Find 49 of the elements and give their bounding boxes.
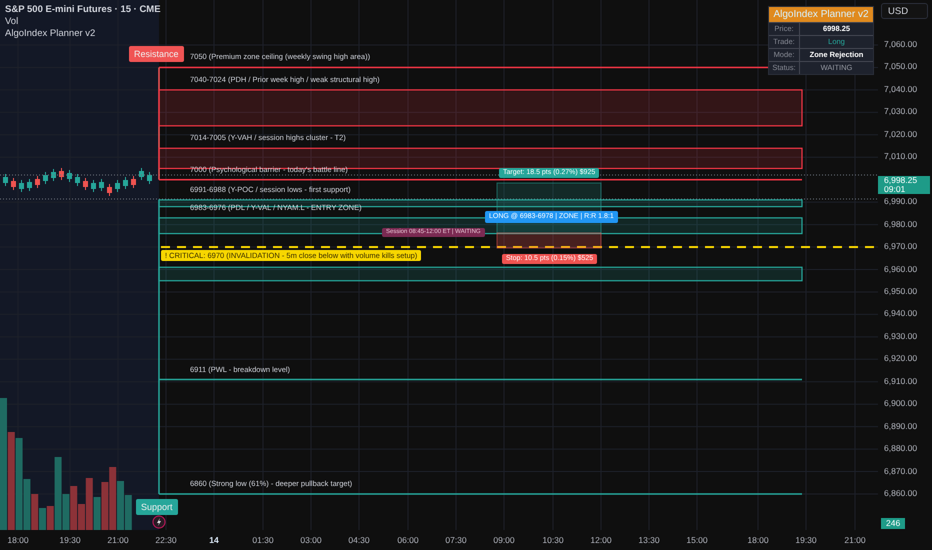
resistance-tag: Resistance (129, 46, 184, 62)
symbol-title: S&P 500 E-mini Futures · 15 · CME (5, 4, 161, 15)
lightning-icon[interactable] (152, 515, 166, 529)
price-tick: 7,020.00 (884, 128, 918, 139)
time-tick: 21:00 (843, 535, 867, 545)
time-tick: 10:30 (541, 535, 565, 545)
price-tick: 7,030.00 (884, 106, 918, 116)
price-tick: 6,990.00 (884, 196, 918, 206)
price-tick: 6,930.00 (884, 330, 918, 341)
price-tick: 6,860.00 (884, 488, 918, 498)
time-tick: 18:00 (746, 535, 770, 545)
price-tick: 7,050.00 (884, 61, 918, 72)
price-tick: 6,950.00 (884, 286, 918, 296)
price-tick: 6,900.00 (884, 398, 918, 408)
bar-countdown: 09:01 (884, 185, 906, 194)
time-tick: 01:30 (251, 535, 275, 545)
price-tick: 7,010.00 (884, 151, 918, 162)
time-tick: 03:00 (299, 535, 323, 545)
price-tick: 6,890.00 (884, 420, 918, 431)
time-tick: 04:30 (347, 535, 371, 545)
price-tick: 6,880.00 (884, 443, 918, 454)
time-tick: 19:30 (794, 535, 818, 545)
time-tick: 06:00 (396, 535, 420, 545)
volume-badge: 246 (881, 518, 906, 529)
price-tick: 7,060.00 (884, 39, 918, 49)
time-tick: 07:30 (444, 535, 468, 545)
price-tick: 6,970.00 (884, 241, 918, 252)
indicator-label: AlgoIndex Planner v2 (5, 28, 96, 39)
time-tick: 21:00 (106, 535, 130, 545)
last-price: 6,998.25 (884, 176, 918, 185)
price-tick: 6,870.00 (884, 466, 918, 476)
time-tick: 13:30 (637, 535, 661, 545)
time-tick: 09:00 (492, 535, 516, 545)
price-tick: 7,040.00 (884, 84, 918, 94)
price-tick: 6,980.00 (884, 218, 918, 229)
time-tick: 15:00 (685, 535, 709, 545)
price-tick: 6,910.00 (884, 376, 918, 386)
currency-button[interactable]: USD (881, 3, 928, 19)
indicator-label: Vol (5, 16, 20, 27)
time-tick: 19:30 (58, 535, 82, 545)
time-tick: 18:00 (6, 535, 30, 545)
price-tick: 6,920.00 (884, 353, 918, 364)
price-tick: 6,960.00 (884, 264, 918, 274)
panel-title: AlgoIndex Planner v2 (769, 7, 873, 22)
time-tick: 12:00 (589, 535, 613, 545)
price-tick: 6,940.00 (884, 308, 918, 318)
time-tick: 14 (208, 535, 220, 545)
support-tag: Support (136, 499, 178, 515)
time-tick: 22:30 (154, 535, 178, 545)
